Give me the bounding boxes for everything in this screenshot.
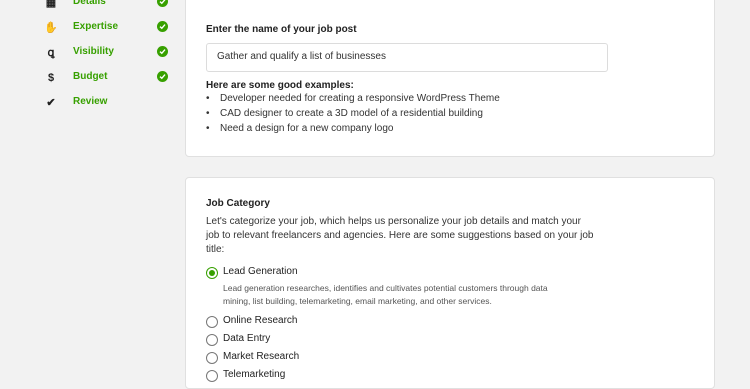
list-item: Need a design for a new company logo bbox=[206, 122, 500, 137]
job-category-card: Job Category Let's categorize your job, … bbox=[185, 177, 715, 389]
category-title: Job Category bbox=[206, 198, 270, 209]
radio-label: Lead Generation bbox=[223, 266, 298, 277]
list-item: CAD designer to create a 3D model of a r… bbox=[206, 107, 500, 122]
job-post-card: Enter the name of your job post Gather a… bbox=[185, 0, 715, 157]
check-circle-icon bbox=[157, 46, 168, 57]
job-name-label: Enter the name of your job post bbox=[206, 24, 357, 35]
radio-button[interactable] bbox=[206, 370, 218, 382]
step-review[interactable]: ✔ Review bbox=[0, 94, 185, 114]
category-intro-line: title: bbox=[206, 244, 225, 255]
search-person-icon: ꝗ bbox=[47, 47, 55, 59]
sidebar-steps: ▦ Details ✋ Expertise ꝗ Visibility $ Bud… bbox=[0, 0, 185, 375]
radio-button[interactable] bbox=[206, 316, 218, 328]
radio-button-selected[interactable] bbox=[206, 267, 218, 279]
radio-label: Online Research bbox=[223, 315, 298, 326]
check-circle-icon bbox=[157, 0, 168, 7]
category-intro-line: job to relevant freelancers and agencies… bbox=[206, 230, 594, 241]
dollar-icon: $ bbox=[47, 72, 55, 84]
step-visibility[interactable]: ꝗ Visibility bbox=[0, 44, 185, 64]
check-circle-icon bbox=[157, 21, 168, 32]
step-label: Budget bbox=[73, 71, 108, 82]
option-description: Lead generation researches, identifies a… bbox=[223, 283, 548, 293]
radio-button[interactable] bbox=[206, 334, 218, 346]
checkmark-icon: ✔ bbox=[46, 97, 56, 109]
examples-title: Here are some good examples: bbox=[206, 80, 354, 91]
step-budget[interactable]: $ Budget bbox=[0, 69, 185, 89]
step-label: Review bbox=[73, 96, 108, 107]
radio-label: Data Entry bbox=[223, 333, 271, 344]
step-label: Visibility bbox=[73, 46, 114, 57]
job-name-input[interactable]: Gather and qualify a list of businesses bbox=[206, 43, 608, 72]
examples-list: Developer needed for creating a responsi… bbox=[206, 92, 500, 137]
step-expertise[interactable]: ✋ Expertise bbox=[0, 19, 185, 39]
radio-button[interactable] bbox=[206, 352, 218, 364]
step-details[interactable]: ▦ Details bbox=[0, 0, 185, 14]
check-circle-icon bbox=[157, 71, 168, 82]
job-name-value: Gather and qualify a list of businesses bbox=[217, 51, 386, 62]
hand-icon: ✋ bbox=[44, 22, 58, 34]
radio-label: Market Research bbox=[223, 351, 300, 362]
step-label: Expertise bbox=[73, 21, 119, 32]
list-item: Developer needed for creating a responsi… bbox=[206, 92, 500, 107]
option-description: mining, list building, telemarketing, em… bbox=[223, 296, 492, 306]
step-label: Details bbox=[73, 0, 106, 7]
document-icon: ▦ bbox=[45, 0, 57, 9]
category-intro-line: Let's categorize your job, which helps u… bbox=[206, 216, 581, 227]
